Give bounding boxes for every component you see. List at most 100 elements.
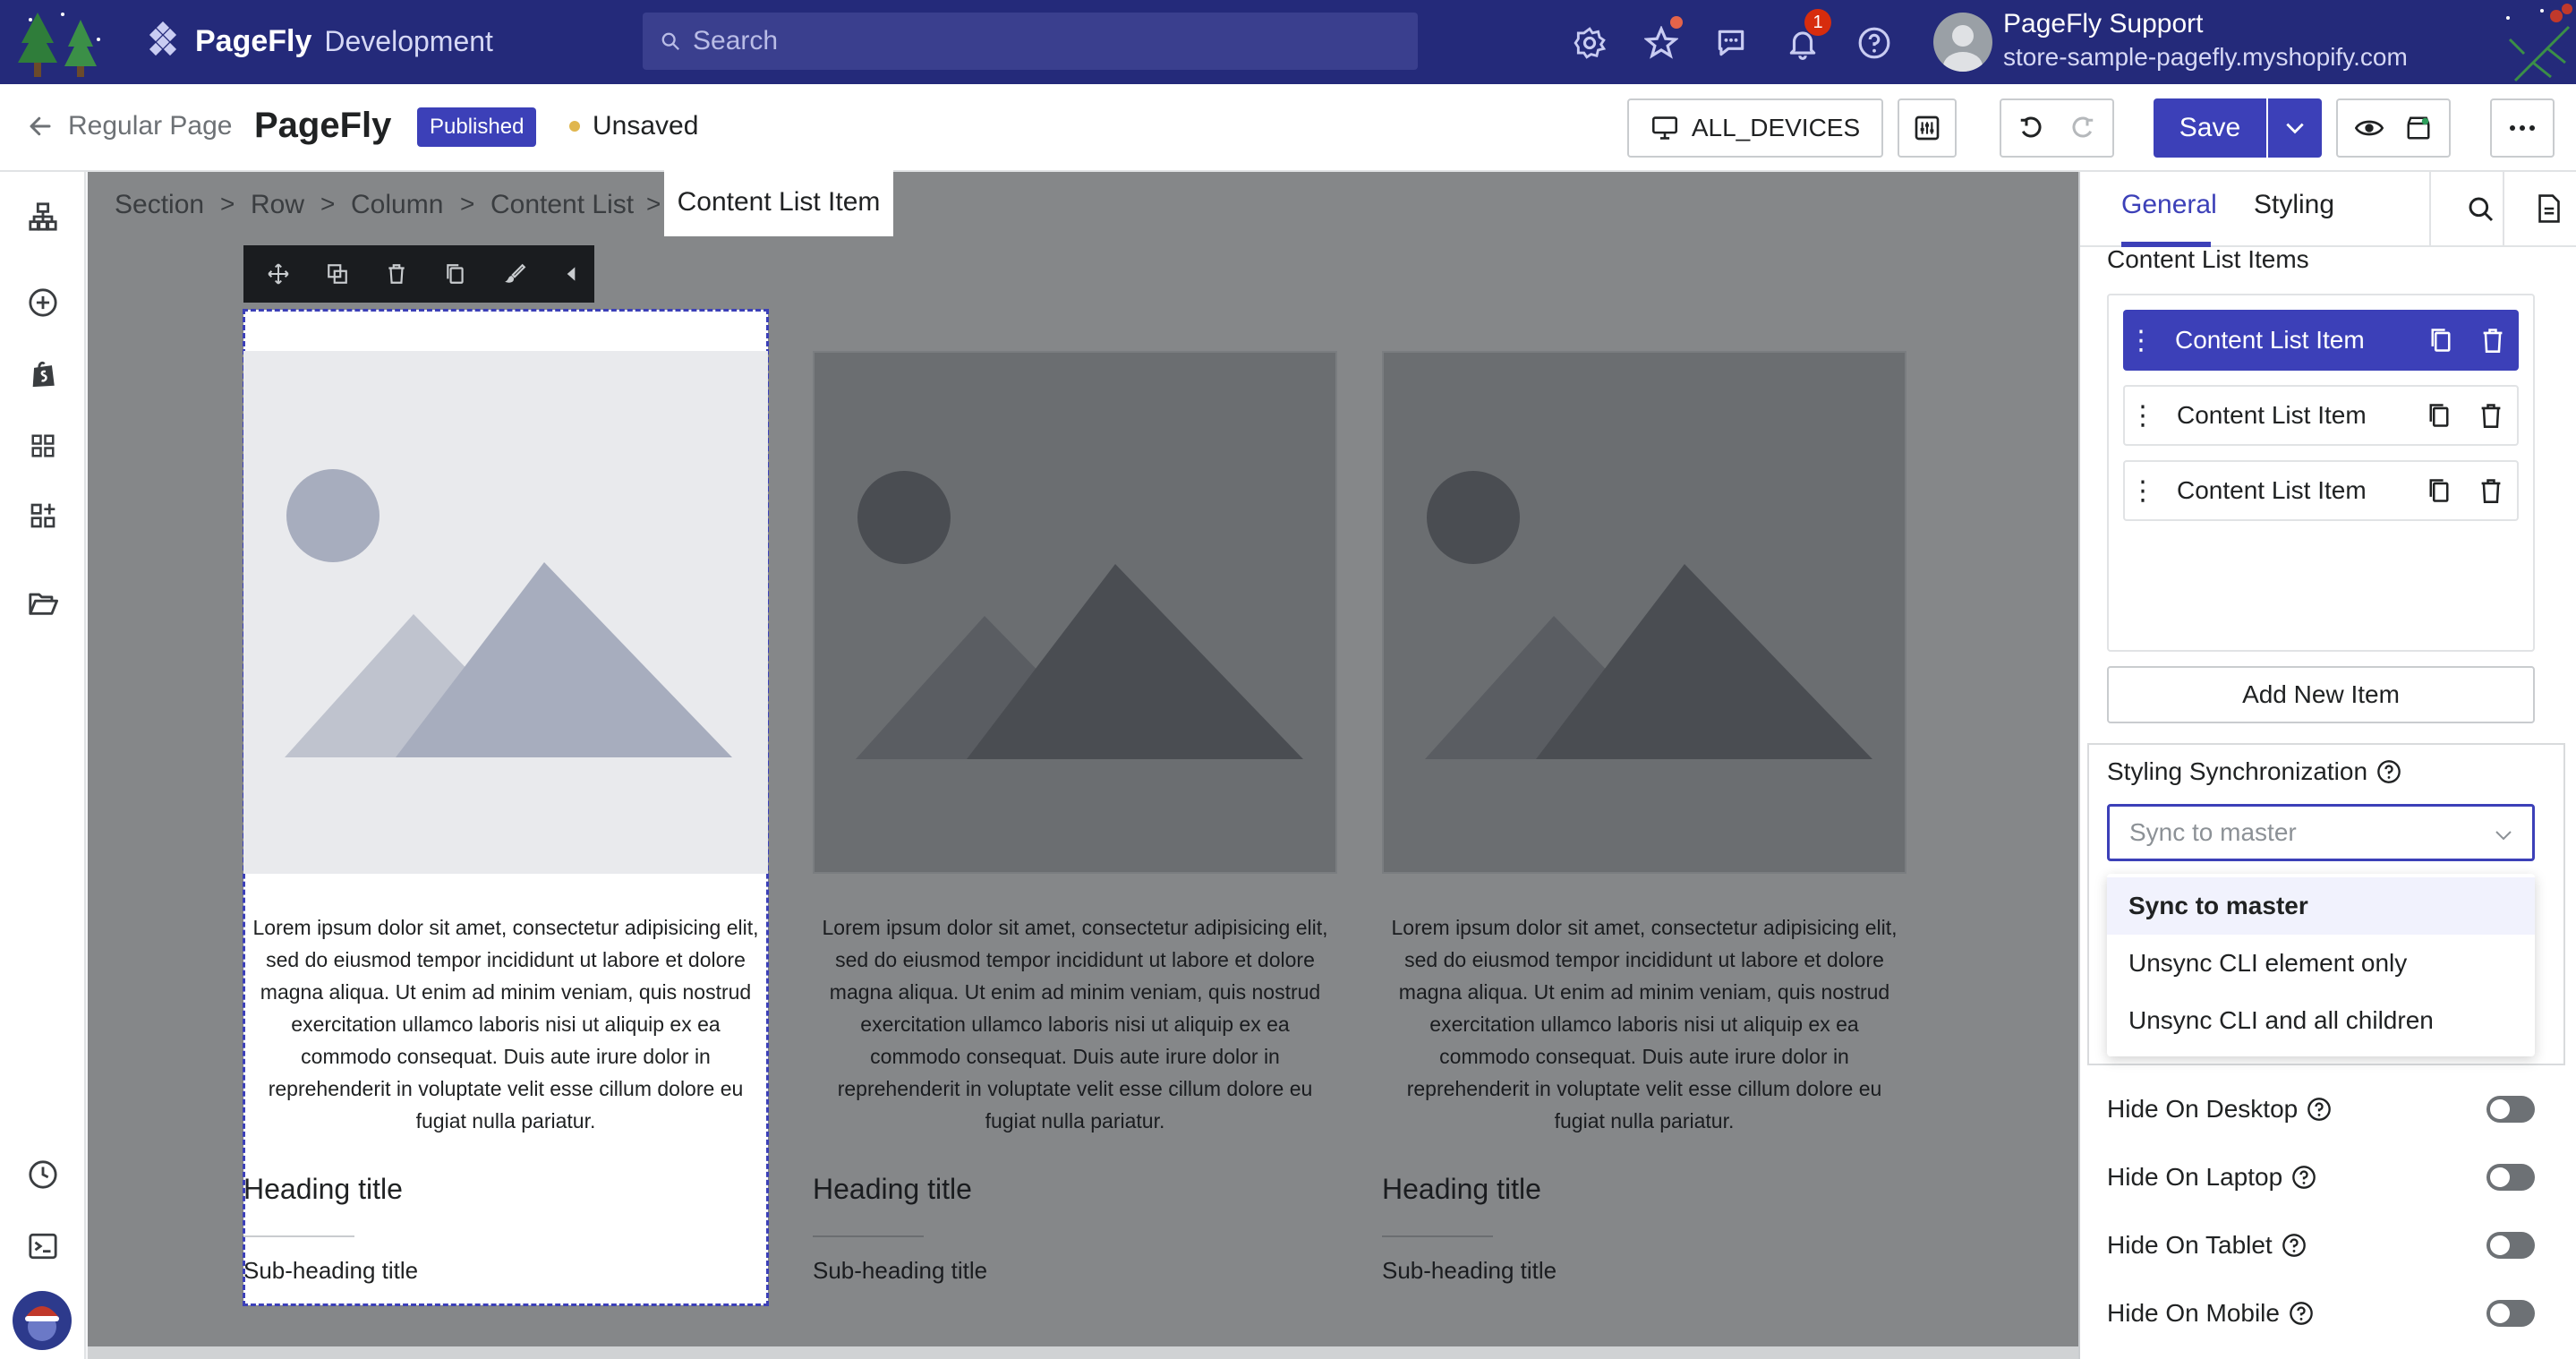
sitemap-icon xyxy=(29,202,57,231)
sidebar-item-sections[interactable] xyxy=(25,428,61,464)
chat-button[interactable] xyxy=(1713,25,1749,61)
sidebar-item-code[interactable] xyxy=(25,1228,61,1264)
tab-divider xyxy=(2503,172,2504,247)
device-selector-label: ALL_DEVICES xyxy=(1691,114,1861,141)
holiday-tree-decoration-icon xyxy=(18,13,100,77)
breadcrumb-item-row[interactable]: Row xyxy=(251,190,304,220)
canvas-scrollbar[interactable] xyxy=(88,1346,2078,1359)
undo-icon[interactable] xyxy=(2017,115,2044,141)
item-divider xyxy=(1382,1235,1493,1237)
drag-handle-icon[interactable]: ⋮ xyxy=(2125,400,2161,432)
more-options-button[interactable] xyxy=(2490,98,2555,158)
paint-brush-icon[interactable] xyxy=(503,262,526,286)
item-subheading: Sub-heading title xyxy=(243,1257,419,1284)
user-avatar[interactable] xyxy=(1933,13,1992,72)
help-button[interactable] xyxy=(1856,25,1892,61)
history-group xyxy=(2000,98,2114,158)
brand[interactable]: PageFly Development xyxy=(143,21,493,61)
plus-circle-icon xyxy=(29,288,57,317)
tab-general[interactable]: General xyxy=(2121,190,2217,220)
hide-on-laptop-toggle[interactable] xyxy=(2486,1164,2535,1191)
list-item-content-list-item[interactable]: ⋮ Content List Item xyxy=(2123,310,2519,371)
drag-handle-icon[interactable]: ⋮ xyxy=(2125,475,2161,507)
image-placeholder[interactable] xyxy=(243,351,768,874)
search-bar[interactable] xyxy=(643,13,1418,70)
help-icon[interactable] xyxy=(2376,759,2401,784)
copy-icon[interactable] xyxy=(444,262,467,286)
trash-icon[interactable] xyxy=(385,262,408,286)
breadcrumb-item-content-list[interactable]: Content List xyxy=(490,190,634,220)
duplicate-icon[interactable] xyxy=(326,262,349,286)
unsaved-dot xyxy=(569,121,580,132)
drag-handle-icon[interactable]: ⋮ xyxy=(2123,325,2159,356)
tab-styling[interactable]: Styling xyxy=(2254,190,2334,220)
delete-item-button[interactable] xyxy=(2465,402,2517,429)
sidebar-item-add-element[interactable] xyxy=(25,285,61,321)
sync-option-sync-to-master[interactable]: Sync to master xyxy=(2107,877,2535,935)
list-item-content-list-item[interactable]: ⋮ Content List Item xyxy=(2123,460,2519,521)
user-name[interactable]: PageFly Support xyxy=(2003,9,2203,39)
delete-item-button[interactable] xyxy=(2465,477,2517,504)
copy-icon xyxy=(2431,329,2451,352)
folder-open-icon xyxy=(29,593,58,615)
sidebar-item-apps[interactable] xyxy=(25,498,61,534)
content-list-item-card[interactable]: Lorem ipsum dolor sit amet, consectetur … xyxy=(1382,310,1906,1305)
unsaved-label: Unsaved xyxy=(593,111,699,141)
chevron-down-icon xyxy=(2286,123,2304,134)
styling-sync-select[interactable]: Sync to master xyxy=(2107,804,2535,861)
sidebar-item-layers[interactable] xyxy=(25,199,61,235)
styling-sync-label: Styling Synchronization xyxy=(2107,757,2401,786)
content-list-item-card[interactable]: Lorem ipsum dolor sit amet, consectetur … xyxy=(813,310,1337,1305)
add-new-item-button[interactable]: Add New Item xyxy=(2107,666,2535,723)
sidebar-item-history[interactable] xyxy=(25,1157,61,1192)
styling-sync-placeholder: Sync to master xyxy=(2129,818,2297,846)
list-item-content-list-item[interactable]: ⋮ Content List Item xyxy=(2123,385,2519,446)
styling-sync-dropdown: Sync to master Unsync CLI element only U… xyxy=(2107,874,2535,1056)
holiday-berries-decoration-icon xyxy=(2506,4,2572,82)
image-placeholder[interactable] xyxy=(1382,351,1906,874)
sidebar-item-shopify[interactable] xyxy=(25,356,61,392)
help-icon[interactable] xyxy=(2307,1097,2332,1122)
favorites-button[interactable] xyxy=(1643,25,1679,61)
delete-item-button[interactable] xyxy=(2467,327,2519,354)
chat-bubble-icon xyxy=(1718,30,1744,56)
save-options-button[interactable] xyxy=(2268,98,2322,158)
terminal-icon xyxy=(29,1233,57,1260)
item-heading: Heading title xyxy=(813,1173,972,1205)
sync-option-unsync-all-children[interactable]: Unsync CLI and all children xyxy=(2107,992,2535,1049)
hide-on-tablet-toggle[interactable] xyxy=(2486,1232,2535,1259)
device-selector-button[interactable]: ALL_DEVICES xyxy=(1627,98,1883,158)
caret-left-icon[interactable] xyxy=(562,262,580,286)
copy-item-button[interactable] xyxy=(2413,402,2465,429)
redo-icon[interactable] xyxy=(2069,115,2096,141)
preview-publish-group xyxy=(2336,98,2451,158)
hide-on-tablet-label: Hide On Tablet xyxy=(2107,1231,2273,1259)
publish-store-icon[interactable] xyxy=(2405,115,2432,141)
apps-add-icon xyxy=(30,503,55,528)
help-icon[interactable] xyxy=(2291,1165,2316,1190)
help-icon[interactable] xyxy=(2289,1301,2314,1326)
back-button[interactable]: Regular Page xyxy=(27,111,232,141)
settings-button[interactable] xyxy=(1572,25,1608,61)
user-profile-avatar[interactable] xyxy=(13,1291,72,1350)
move-icon[interactable] xyxy=(267,262,290,286)
copy-item-button[interactable] xyxy=(2413,477,2465,504)
breadcrumb-item-active[interactable]: Content List Item xyxy=(664,168,893,236)
sync-option-unsync-element-only[interactable]: Unsync CLI element only xyxy=(2107,935,2535,992)
eye-icon[interactable] xyxy=(2355,116,2384,140)
hide-on-desktop-toggle[interactable] xyxy=(2486,1096,2535,1123)
responsive-settings-button[interactable] xyxy=(1898,98,1957,158)
breadcrumb-item-section[interactable]: Section xyxy=(115,190,204,220)
search-input[interactable] xyxy=(693,26,1373,56)
content-list-item-card[interactable]: Lorem ipsum dolor sit amet, consectetur … xyxy=(243,309,769,1306)
hide-on-mobile-toggle[interactable] xyxy=(2486,1300,2535,1327)
help-icon[interactable] xyxy=(2282,1233,2307,1258)
copy-item-button[interactable] xyxy=(2415,327,2467,354)
pagefly-logo-icon xyxy=(149,21,177,56)
image-placeholder[interactable] xyxy=(813,351,1337,874)
breadcrumb-item-column[interactable]: Column xyxy=(351,190,443,220)
save-button[interactable]: Save xyxy=(2154,98,2266,158)
search-icon[interactable] xyxy=(2467,195,2495,224)
sidebar-item-files[interactable] xyxy=(25,585,61,621)
document-icon[interactable] xyxy=(2535,193,2563,224)
